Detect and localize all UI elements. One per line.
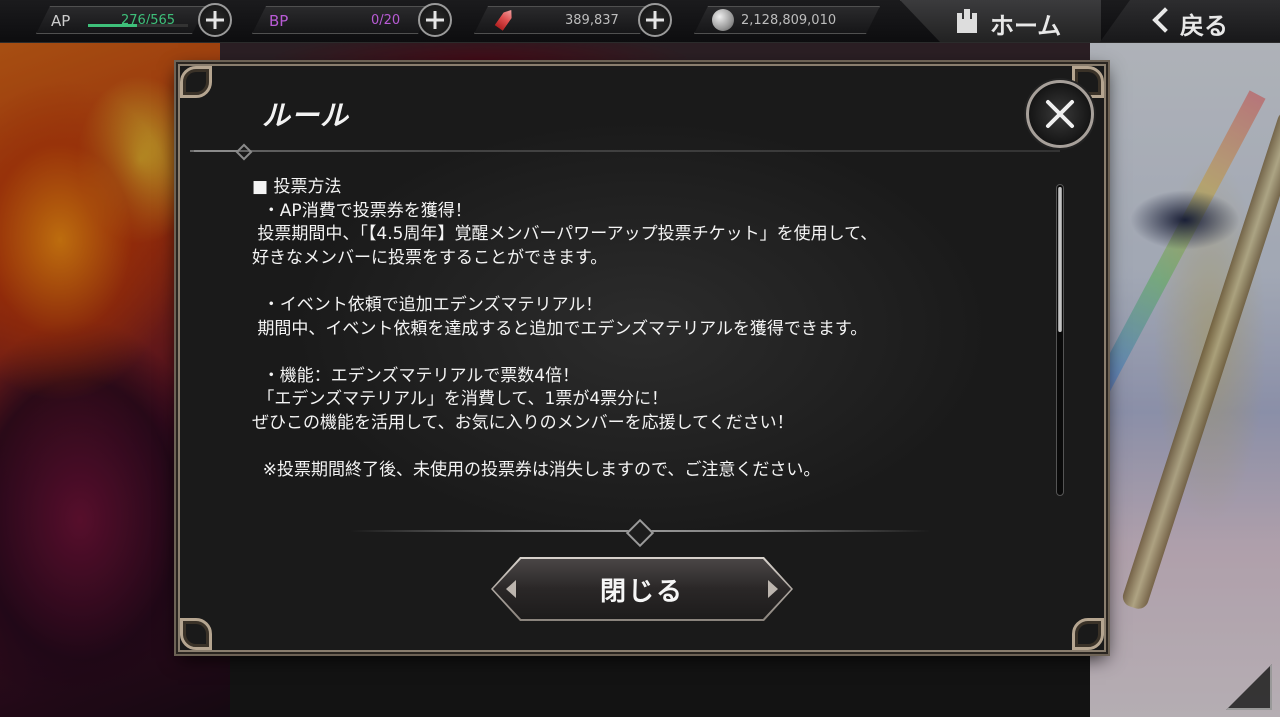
rules-line: 「エデンズマテリアル」を消費して、1票が4票分に！: [252, 389, 669, 410]
rules-line: ぜひこの機能を活用して、お気に入りのメンバーを応援してください！: [252, 412, 794, 433]
ap-add-button[interactable]: [198, 3, 232, 37]
home-label: ホーム: [990, 12, 1062, 40]
rules-text: ■ 投票方法 ・AP消費で投票券を獲得！ 投票期間中、「【4.5周年】覚醒メンバ…: [252, 176, 1032, 496]
coin-icon: [712, 9, 734, 31]
castle-icon: [955, 9, 979, 33]
bp-label: BP: [269, 12, 289, 30]
scrollbar-thumb[interactable]: [1058, 187, 1062, 332]
corner-ornament: [174, 60, 218, 104]
divider-ornament: [625, 518, 655, 548]
rules-line: ・AP消費で投票券を獲得！: [252, 200, 472, 221]
rules-line: ※投票期間終了後、未使用の投票券は消失しますので、ご注意ください。: [252, 460, 821, 481]
coin-value: 2,128,809,010: [741, 13, 837, 28]
rules-line: ■ 投票方法: [252, 177, 342, 197]
scrollbar[interactable]: [1056, 184, 1064, 496]
rules-line: ・機能：エデンズマテリアルで票数4倍！: [252, 365, 580, 386]
ap-label: AP: [51, 12, 71, 30]
rules-line: [252, 270, 1032, 294]
title-divider: [190, 150, 1060, 152]
rules-line: 投票期間中、「【4.5周年】覚醒メンバーパワーアップ投票チケット」を使用して、: [252, 224, 878, 245]
crystal-add-button[interactable]: [638, 3, 672, 37]
corner-ornament: [174, 612, 218, 656]
rules-line: ・イベント依頼で追加エデンズマテリアル！: [252, 294, 603, 315]
title-ornament: [194, 144, 254, 158]
close-dialog-button[interactable]: [1026, 80, 1094, 148]
rules-line: 期間中、イベント依頼を達成すると追加でエデンズマテリアルを獲得できます。: [252, 318, 868, 339]
rules-line: 好きなメンバーに投票をすることができます。: [252, 247, 608, 268]
rules-dialog: ルール ■ 投票方法 ・AP消費で投票券を獲得！ 投票期間中、「【4.5周年】覚…: [178, 64, 1106, 652]
bp-value: 0/20: [371, 13, 401, 28]
close-button-label[interactable]: 閉じる: [493, 559, 791, 619]
rules-line: [252, 341, 1032, 365]
back-label: 戻る: [1180, 12, 1228, 40]
bp-counter: BP 0/20: [252, 6, 432, 34]
dialog-title: ルール: [262, 99, 350, 132]
top-bar: AP 276/565 BP 0/20 389,837 2,128,809,010…: [0, 0, 1280, 43]
ap-progress-bar: [88, 24, 188, 27]
crystal-value: 389,837: [565, 13, 619, 28]
rules-line: [252, 436, 1032, 460]
bp-add-button[interactable]: [418, 3, 452, 37]
corner-ornament: [1066, 612, 1110, 656]
ap-counter: AP 276/565: [36, 6, 206, 34]
